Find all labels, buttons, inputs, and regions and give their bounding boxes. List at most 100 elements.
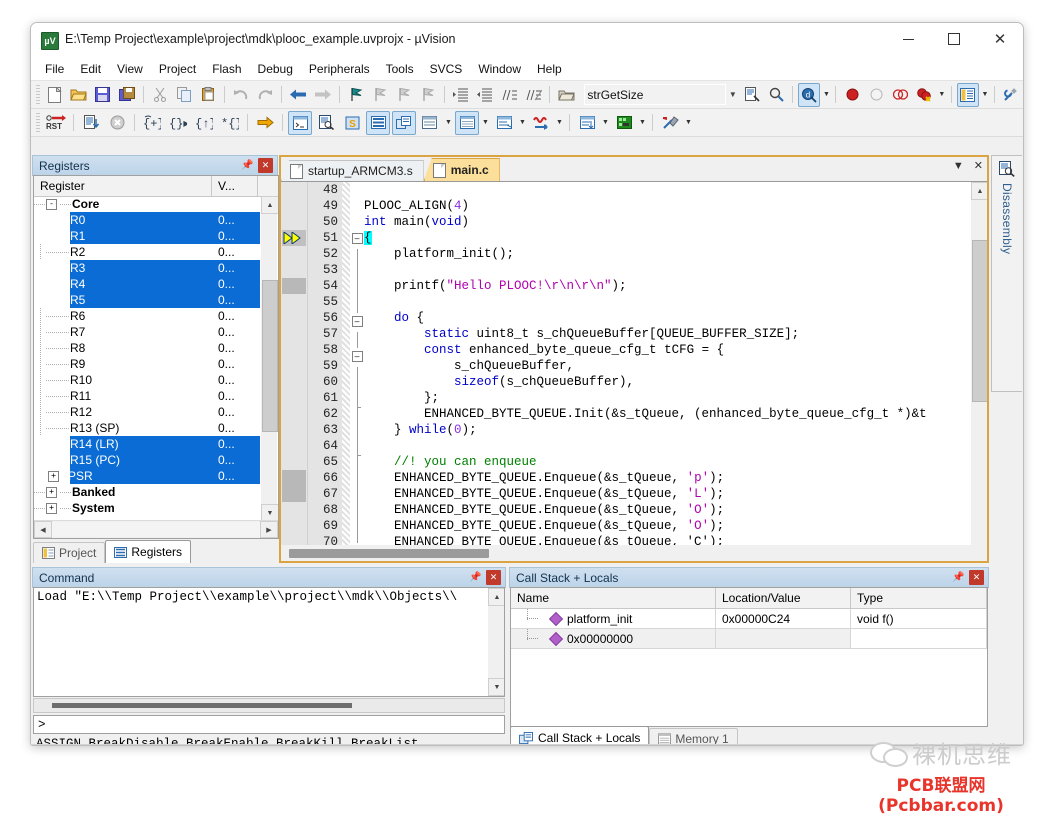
- table-row[interactable]: platform_init 0x00000C24 void f(): [511, 608, 987, 629]
- call-stack-window-icon[interactable]: [392, 110, 416, 135]
- window-layout-icon[interactable]: [956, 82, 979, 107]
- disassembly-side-tab[interactable]: Disassembly: [991, 155, 1022, 392]
- expander-icon[interactable]: +: [48, 470, 59, 482]
- register-row-r6[interactable]: R6 0...: [34, 308, 260, 324]
- code-line[interactable]: platform_init();: [364, 246, 971, 262]
- run-to-cursor-icon[interactable]: *{}: [218, 111, 242, 135]
- pin-icon[interactable]: 📌: [468, 570, 483, 585]
- scroll-up-icon[interactable]: ▲: [261, 196, 278, 214]
- menu-peripherals[interactable]: Peripherals: [301, 60, 378, 78]
- code-line[interactable]: do {: [364, 310, 971, 326]
- cut-icon[interactable]: [149, 83, 171, 107]
- redo-icon[interactable]: [254, 83, 276, 107]
- register-row-r11[interactable]: R11 0...: [34, 388, 260, 404]
- step-out-icon[interactable]: {↑}: [192, 111, 216, 135]
- copy-icon[interactable]: [173, 83, 195, 107]
- code-line[interactable]: ENHANCED_BYTE_QUEUE.Enqueue(&s_tQueue, '…: [364, 486, 971, 502]
- watch-windows-icon[interactable]: [418, 111, 442, 135]
- tab-call-stack-locals[interactable]: Call Stack + Locals: [510, 726, 650, 745]
- build-target-icon[interactable]: [555, 83, 577, 107]
- uncomment-icon[interactable]: [522, 83, 544, 107]
- register-row-r15pc[interactable]: R15 (PC) 0...: [70, 452, 260, 468]
- analysis-windows-icon[interactable]: t: [529, 111, 553, 135]
- hscroll-thumb[interactable]: [289, 548, 489, 558]
- fold-gutter[interactable]: – – –: [350, 182, 364, 561]
- fold-marker[interactable]: –: [350, 233, 364, 249]
- register-row-system[interactable]: + System: [34, 500, 260, 516]
- code-line[interactable]: static uint8_t s_chQueueBuffer[QUEUE_BUF…: [364, 326, 971, 342]
- registers-vscrollbar[interactable]: ▲ ▼: [261, 196, 278, 522]
- menu-flash[interactable]: Flash: [204, 60, 249, 78]
- find-in-files-icon[interactable]: [765, 83, 787, 107]
- code-line[interactable]: [364, 294, 971, 310]
- tab-project[interactable]: Project: [33, 542, 106, 563]
- editor-tab-main[interactable]: main.c: [423, 158, 500, 181]
- code-line[interactable]: sizeof(s_chQueueBuffer),: [364, 374, 971, 390]
- menu-file[interactable]: File: [37, 60, 72, 78]
- editor-hscrollbar[interactable]: [281, 545, 971, 561]
- registers-rows[interactable]: - Core R0 0... R1 0... R2 0... R3 0... R4 0... R5 0..…: [34, 196, 260, 516]
- breakpoint-slot[interactable]: [282, 470, 306, 486]
- fold-marker[interactable]: –: [350, 316, 364, 332]
- debug-session-dropdown-icon[interactable]: ▼: [821, 84, 831, 106]
- close-icon[interactable]: ✕: [258, 158, 273, 173]
- breakpoint-slot[interactable]: [282, 486, 306, 502]
- memory-dropdown-icon[interactable]: ▼: [480, 112, 491, 134]
- menu-edit[interactable]: Edit: [72, 60, 109, 78]
- register-row-xpsr[interactable]: + xPSR 0...: [48, 468, 260, 484]
- code-line[interactable]: ENHANCED_BYTE_QUEUE.Enqueue(&s_tQueue, '…: [364, 518, 971, 534]
- trace-dropdown-icon[interactable]: ▼: [600, 112, 611, 134]
- editor-tab-startup[interactable]: startup_ARMCM3.s: [281, 160, 424, 181]
- disassembly-window-icon[interactable]: [314, 111, 338, 135]
- system-analyzer-icon[interactable]: [612, 111, 636, 135]
- show-next-statement-icon[interactable]: [253, 111, 277, 135]
- open-file-icon[interactable]: [68, 83, 90, 107]
- run-icon[interactable]: [79, 111, 103, 135]
- pin-icon[interactable]: 📌: [240, 158, 255, 173]
- tab-registers[interactable]: Registers: [105, 540, 192, 563]
- bookmark-clear-icon[interactable]: [417, 83, 439, 107]
- fold-marker[interactable]: –: [350, 351, 364, 367]
- serial-dropdown-icon[interactable]: ▼: [517, 112, 528, 134]
- register-row-r0[interactable]: R0 0...: [70, 212, 260, 228]
- undo-icon[interactable]: [230, 83, 252, 107]
- bookmark-prev-icon[interactable]: [369, 83, 391, 107]
- scroll-down-icon[interactable]: ▼: [488, 678, 504, 696]
- expander-icon[interactable]: -: [46, 198, 57, 210]
- configure-target-icon[interactable]: [1000, 83, 1022, 107]
- code-line[interactable]: ENHANCED_BYTE_QUEUE.Enqueue(&s_tQueue, '…: [364, 470, 971, 486]
- code-line[interactable]: };: [364, 390, 971, 406]
- paste-icon[interactable]: [197, 83, 219, 107]
- code-line[interactable]: PLOOC_ALIGN(4): [364, 198, 971, 214]
- call-stack-grid[interactable]: Name Location/Value Type platform_init 0…: [510, 587, 988, 727]
- save-all-icon[interactable]: [116, 83, 138, 107]
- scroll-up-icon[interactable]: ▲: [488, 588, 504, 606]
- code-line[interactable]: s_chQueueBuffer,: [364, 358, 971, 374]
- code-line[interactable]: {: [364, 230, 971, 246]
- register-row-r5[interactable]: R5 0...: [70, 292, 260, 308]
- analysis-dropdown-icon[interactable]: ▼: [554, 112, 565, 134]
- menu-svcs[interactable]: SVCS: [422, 60, 471, 78]
- table-row[interactable]: 0x00000000: [511, 628, 987, 649]
- code-text[interactable]: PLOOC_ALIGN(4) int main(void){ platform_i…: [364, 182, 971, 545]
- browse-symbol-icon[interactable]: [741, 83, 763, 107]
- code-line[interactable]: ENHANCED_BYTE_QUEUE.Init(&s_tQueue, (enh…: [364, 406, 971, 422]
- step-over-icon[interactable]: {}▸: [166, 111, 190, 135]
- registers-hscrollbar[interactable]: ◀ ▶: [34, 520, 278, 538]
- comment-icon[interactable]: [498, 83, 520, 107]
- command-output-vscrollbar[interactable]: ▲ ▼: [488, 588, 504, 696]
- outdent-icon[interactable]: [474, 83, 496, 107]
- code-line[interactable]: [364, 262, 971, 278]
- expander-icon[interactable]: +: [46, 502, 57, 514]
- step-into-icon[interactable]: {+}: [140, 111, 164, 135]
- register-row-r8[interactable]: R8 0...: [34, 340, 260, 356]
- chevron-down-icon[interactable]: ▼: [953, 160, 964, 172]
- debug-tools-icon[interactable]: [658, 111, 682, 135]
- column-location-value[interactable]: Location/Value: [716, 588, 851, 608]
- symbols-window-icon[interactable]: S: [340, 111, 364, 135]
- stop-icon[interactable]: [105, 111, 129, 135]
- register-row-r10[interactable]: R10 0...: [34, 372, 260, 388]
- column-type[interactable]: Type: [851, 588, 987, 608]
- register-row-core[interactable]: - Core: [34, 196, 260, 212]
- scroll-thumb[interactable]: [972, 240, 987, 402]
